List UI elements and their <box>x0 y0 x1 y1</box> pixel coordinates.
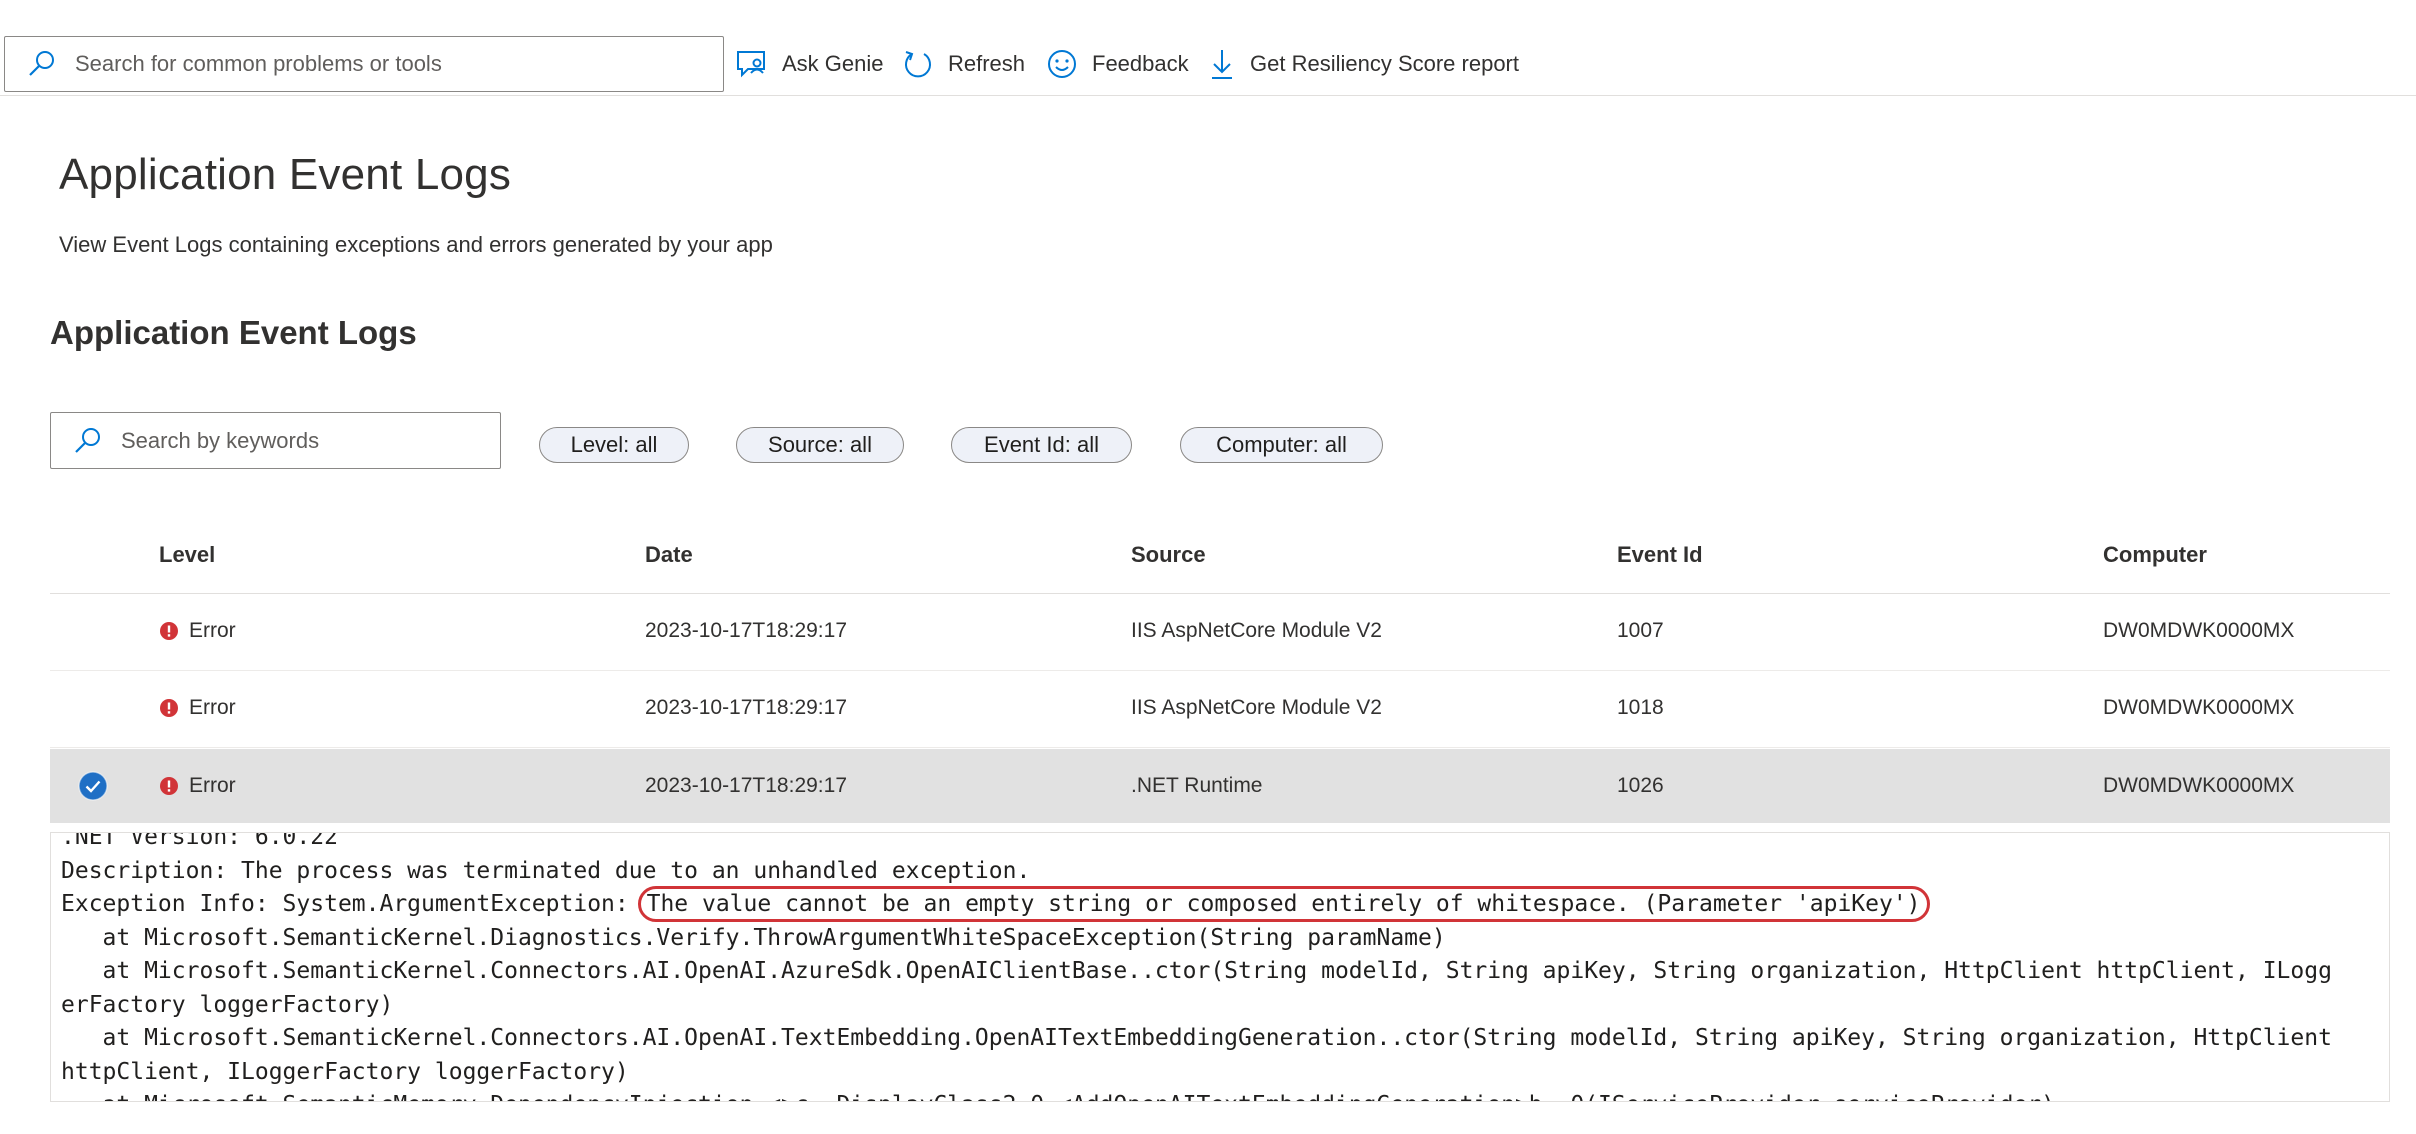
refresh-label: Refresh <box>948 51 1026 76</box>
cell-source: .NET Runtime <box>1131 774 1263 797</box>
detail-line: .NET Version: 6.0.22 <box>61 832 338 850</box>
table-header: Level Date Source Event Id Computer <box>50 520 2390 594</box>
refresh-button[interactable]: Refresh <box>902 44 1025 84</box>
refresh-icon <box>905 51 931 78</box>
top-search-input[interactable]: Search for common problems or tools <box>4 36 724 92</box>
detail-line: erFactory loggerFactory) <box>61 991 394 1018</box>
column-header-source[interactable]: Source <box>1131 542 1206 568</box>
event-detail-panel[interactable]: .NET Version: 6.0.22 Description: The pr… <box>50 832 2390 1102</box>
cell-source: IIS AspNetCore Module V2 <box>1131 619 1382 642</box>
filter-event-id[interactable]: Event Id: all <box>951 427 1132 463</box>
filter-level[interactable]: Level: all <box>539 427 689 463</box>
detail-line: at Microsoft.SemanticKernel.Connectors.A… <box>61 1025 2332 1051</box>
detail-line: httpClient, ILoggerFactory loggerFactory… <box>61 1058 629 1085</box>
top-search-placeholder: Search for common problems or tools <box>75 51 442 76</box>
column-header-event-id[interactable]: Event Id <box>1617 542 1703 568</box>
detail-line: at Microsoft.SemanticKernel.Diagnostics.… <box>61 924 1446 951</box>
table-row[interactable]: Error 2023-10-17T18:29:17 IIS AspNetCore… <box>50 671 2390 748</box>
page-description: View Event Logs containing exceptions an… <box>59 232 773 257</box>
resiliency-report-label: Get Resiliency Score report <box>1250 51 1519 76</box>
row-checkmark-icon[interactable] <box>78 771 108 801</box>
detail-line: at Microsoft.SemanticMemory.DependencyIn… <box>61 1092 2055 1101</box>
table-row[interactable]: Error 2023-10-17T18:29:17 IIS AspNetCore… <box>50 594 2390 671</box>
section-title: Application Event Logs <box>50 314 417 351</box>
ask-genie-label: Ask Genie <box>782 51 884 76</box>
cell-date: 2023-10-17T18:29:17 <box>645 774 847 797</box>
cell-event-id: 1018 <box>1617 696 1664 719</box>
resiliency-report-button[interactable]: Get Resiliency Score report <box>1208 44 1519 84</box>
error-icon <box>160 777 178 795</box>
smiley-icon <box>1048 50 1076 78</box>
detail-line: Description: The process was terminated … <box>61 857 1031 884</box>
search-icon <box>29 51 54 76</box>
column-header-level[interactable]: Level <box>159 542 215 568</box>
cell-computer: DW0MDWK0000MX <box>2103 619 2295 642</box>
command-bar: Search for common problems or tools Ask … <box>0 0 2416 96</box>
cell-level: Error <box>159 774 236 798</box>
cell-level-text: Error <box>189 696 236 719</box>
highlighted-exception-message: The value cannot be an empty string or c… <box>637 886 1930 922</box>
event-detail-text: .NET Version: 6.0.22 Description: The pr… <box>61 832 2332 1101</box>
feedback-button[interactable]: Feedback <box>1046 44 1189 84</box>
cell-date: 2023-10-17T18:29:17 <box>645 696 847 719</box>
cell-event-id: 1007 <box>1617 619 1664 642</box>
cell-level-text: Error <box>189 619 236 642</box>
keyword-search-input[interactable]: Search by keywords <box>50 412 501 469</box>
cell-level: Error <box>159 696 236 720</box>
cell-event-id: 1026 <box>1617 774 1664 797</box>
cell-computer: DW0MDWK0000MX <box>2103 774 2295 797</box>
detail-line: at Microsoft.SemanticKernel.Connectors.A… <box>61 958 2332 984</box>
cell-level-text: Error <box>189 774 236 797</box>
search-icon <box>75 427 100 453</box>
column-header-computer[interactable]: Computer <box>2103 542 2207 568</box>
cell-level: Error <box>159 619 236 643</box>
cell-computer: DW0MDWK0000MX <box>2103 696 2295 719</box>
detail-line: Exception Info: System.ArgumentException… <box>61 891 643 917</box>
cell-source: IIS AspNetCore Module V2 <box>1131 696 1382 719</box>
filter-source[interactable]: Source: all <box>736 427 904 463</box>
table-row-selected[interactable]: Error 2023-10-17T18:29:17 .NET Runtime 1… <box>50 749 2390 823</box>
column-header-date[interactable]: Date <box>645 542 693 568</box>
download-icon <box>1212 50 1232 79</box>
feedback-label: Feedback <box>1092 51 1189 76</box>
ask-genie-button[interactable]: Ask Genie <box>736 44 884 84</box>
page-title: Application Event Logs <box>59 150 512 199</box>
cell-date: 2023-10-17T18:29:17 <box>645 619 847 642</box>
filter-computer[interactable]: Computer: all <box>1180 427 1383 463</box>
genie-chat-icon <box>737 51 765 78</box>
keyword-search-placeholder: Search by keywords <box>121 427 320 453</box>
error-icon <box>160 699 178 717</box>
error-icon <box>160 622 178 640</box>
